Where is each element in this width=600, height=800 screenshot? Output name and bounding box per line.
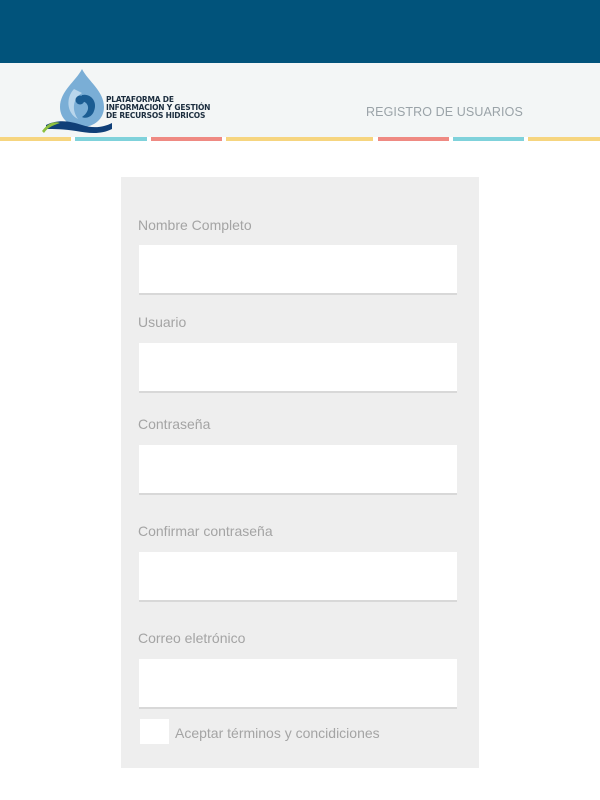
stripe-segment [226,137,373,141]
username-label: Usuario [138,314,187,330]
stripe-segment [75,137,147,141]
register-users-link[interactable]: REGISTRO DE USUARIOS [366,105,523,119]
stripe-segment [151,137,222,141]
full-name-label: Nombre Completo [138,217,252,233]
logo-line-3: DE RECURSOS HIDRICOS [106,111,206,120]
platform-logo[interactable]: PLATAFORMA DE INFORMACION Y GESTIÓN DE R… [42,67,232,133]
top-bar [0,0,600,63]
stripe-segment [0,137,71,141]
password-input[interactable] [139,445,457,495]
stripe-segment [453,137,524,141]
email-label: Correo eletrónico [138,630,246,646]
username-input[interactable] [139,343,457,393]
full-name-input[interactable] [139,245,457,295]
password-label: Contraseña [138,416,211,432]
email-input[interactable] [139,659,457,709]
terms-checkbox[interactable] [140,719,169,744]
header: PLATAFORMA DE INFORMACION Y GESTIÓN DE R… [0,63,600,137]
water-drop-logo-icon [42,69,112,133]
confirm-password-label: Confirmar contraseña [138,523,273,539]
confirm-password-input[interactable] [139,552,457,602]
logo-text: PLATAFORMA DE INFORMACION Y GESTIÓN DE R… [106,96,236,120]
terms-label: Aceptar términos y concidiciones [175,725,380,741]
registration-form: Nombre Completo Usuario Contraseña Confi… [121,177,479,768]
stripe-segment [378,137,449,141]
stripe-segment [528,137,600,141]
